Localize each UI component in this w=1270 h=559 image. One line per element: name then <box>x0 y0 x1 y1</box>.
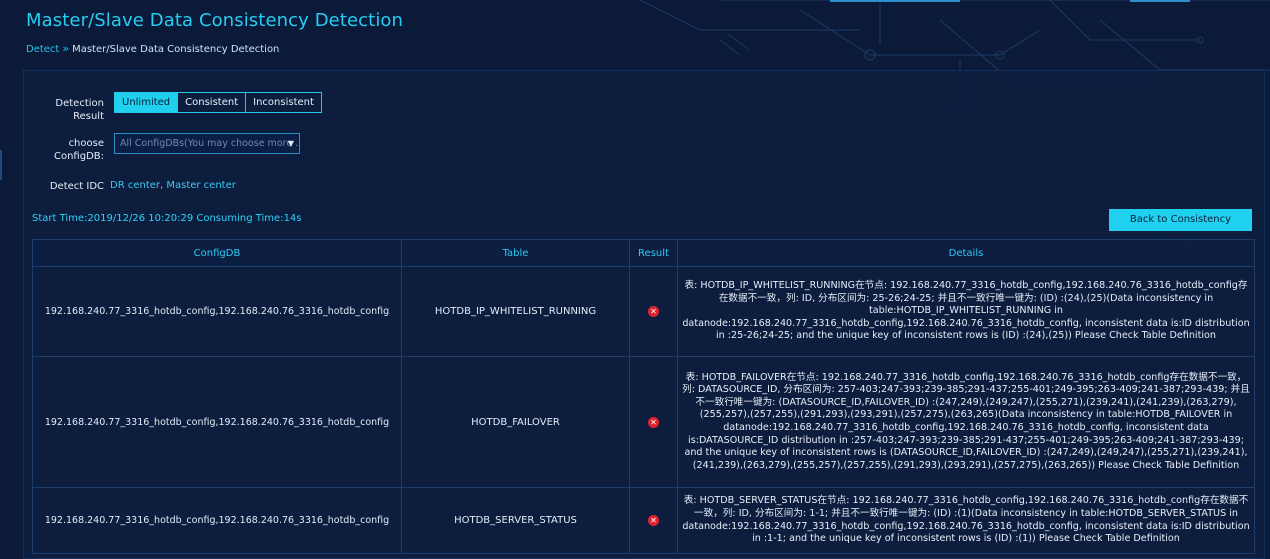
cell-result: ✕ <box>629 266 678 357</box>
detection-result-label: Detection Result <box>55 98 104 122</box>
column-header-table: Table <box>401 239 630 267</box>
back-to-consistency-detection-button[interactable]: Back to Consistency Detection <box>1109 209 1252 247</box>
cell-table: HOTDB_FAILOVER <box>401 356 630 488</box>
cell-result: ✕ <box>629 356 678 488</box>
table-row: 192.168.240.77_3316_hotdb_config,192.168… <box>32 356 1255 488</box>
breadcrumb-link-detect[interactable]: Detect <box>26 44 59 55</box>
cell-table: HOTDB_SERVER_STATUS <box>401 487 630 554</box>
filter-consistent-button[interactable]: Consistent <box>178 93 247 112</box>
configdb-select-placeholder: All ConfigDBs(You may choose more ... <box>120 138 300 149</box>
breadcrumb: Detect» Master/Slave Data Consistency Det… <box>26 42 279 55</box>
results-table: ConfigDB Table Result Details 192.168.24… <box>32 239 1255 554</box>
detect-idc-label: Detect IDC <box>49 181 104 192</box>
detection-time-summary: Start Time:2019/12/26 10:20:29 Consuming… <box>32 213 302 224</box>
cell-configdb: 192.168.240.77_3316_hotdb_config,192.168… <box>32 356 402 488</box>
breadcrumb-current: Master/Slave Data Consistency Detection <box>72 44 280 55</box>
chevron-down-icon: ▼ <box>287 139 294 148</box>
cell-details: 表: HOTDB_IP_WHITELIST_RUNNING在节点: 192.16… <box>677 266 1255 357</box>
error-icon: ✕ <box>648 515 659 526</box>
cell-configdb: 192.168.240.77_3316_hotdb_config,192.168… <box>32 266 402 357</box>
column-header-result: Result <box>629 239 678 267</box>
cell-details: 表: HOTDB_FAILOVER在节点: 192.168.240.77_331… <box>677 356 1255 488</box>
filter-unlimited-button[interactable]: Unlimited <box>115 93 179 112</box>
column-header-details: Details <box>677 239 1255 267</box>
cell-table: HOTDB_IP_WHITELIST_RUNNING <box>401 266 630 357</box>
cell-details: 表: HOTDB_SERVER_STATUS在节点: 192.168.240.7… <box>677 487 1255 554</box>
detect-idc-value: DR center, Master center <box>110 180 236 191</box>
left-edge-marker <box>0 150 2 180</box>
column-header-configdb: ConfigDB <box>32 239 402 267</box>
error-icon: ✕ <box>648 306 659 317</box>
table-header-row: ConfigDB Table Result Details <box>32 239 1255 267</box>
table-row: 192.168.240.77_3316_hotdb_config,192.168… <box>32 266 1255 357</box>
breadcrumb-separator-icon: » <box>62 42 70 55</box>
table-row: 192.168.240.77_3316_hotdb_config,192.168… <box>32 487 1255 554</box>
error-icon: ✕ <box>648 416 659 428</box>
filter-inconsistent-button[interactable]: Inconsistent <box>246 93 321 112</box>
detection-result-toggle: Unlimited Consistent Inconsistent <box>114 92 322 113</box>
cell-configdb: 192.168.240.77_3316_hotdb_config,192.168… <box>32 487 402 554</box>
page-title: Master/Slave Data Consistency Detection <box>26 10 404 31</box>
configdb-label: choose ConfigDB: <box>53 138 104 162</box>
cell-result: ✕ <box>629 487 678 554</box>
configdb-select[interactable]: All ConfigDBs(You may choose more ... ▼ <box>114 133 300 154</box>
